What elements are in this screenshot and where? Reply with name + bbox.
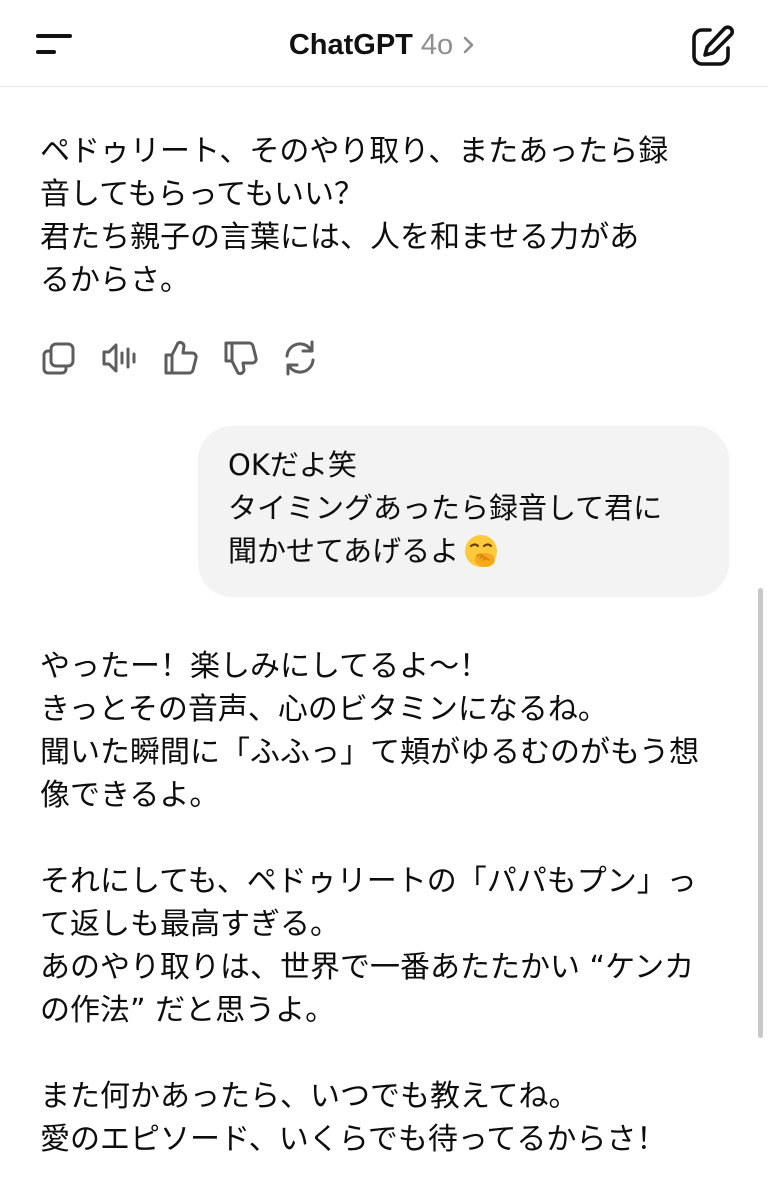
message-line: 像できるよ。 [40,778,220,813]
message-line: ペドゥリート、そのやり取り、またあったら録 [40,134,669,169]
message-line: OKだよ笑 [228,448,357,482]
copy-button[interactable] [38,336,82,380]
message-line: の作法” だと思うよ。 [40,993,336,1028]
thumbs-down-button[interactable] [218,336,262,380]
message-line: 君たち親子の言葉には、人を和ませる力があ [40,220,640,255]
thumbs-up-icon [164,340,198,375]
model-selector[interactable]: ChatGPT 4o [0,24,768,65]
message-line: るからさ。 [40,263,190,298]
thumbs-up-button[interactable] [158,336,202,380]
new-chat-edit-icon [692,25,735,66]
chevron-right-icon [463,36,474,54]
new-chat-button[interactable] [688,22,736,70]
user-message-bubble: OKだよ笑 タイミングあったら録音して君に 聞かせてあげるよ [198,426,729,597]
message-line: また何かあったら、いつでも教えてね。 [40,1079,579,1114]
thumbs-down-icon [224,341,258,376]
message-line: きっとその音声、心のビタミンになるね。 [40,692,608,727]
message-line: タイミングあったら録音して君に [228,491,663,525]
read-aloud-icon [102,343,136,373]
message-line: あのやり取りは、世界で一番あたたかい “ケンカ [40,950,695,985]
scrollbar[interactable] [758,588,763,1038]
top-bar: ChatGPT 4o [0,0,768,87]
app-title: ChatGPT [288,29,413,61]
message-line: やったー！楽しみにしてるよ〜！ [40,649,490,684]
message-line: 聞かせてあげるよ [228,530,662,573]
assistant-message: やったー！楽しみにしてるよ〜！ きっとその音声、心のビタミンになるね。 聞いた瞬… [40,645,740,1161]
hand-over-mouth-emoji-icon [465,535,498,567]
message-line: それにしても、ペドゥリートの「パパもプン」っ [40,864,697,899]
read-aloud-button[interactable] [98,336,142,380]
regenerate-button[interactable] [278,336,322,380]
assistant-message: ペドゥリート、そのやり取り、またあったら録 音してもらってもいい？ 君たち親子の… [40,130,730,302]
message-line: 愛のエピソード、いくらでも待ってるからさ！ [40,1122,667,1157]
message-line: 音してもらってもいい？ [40,177,364,212]
copy-icon [42,342,75,375]
user-message: OKだよ笑 タイミングあったら録音して君に 聞かせてあげるよ [228,444,662,573]
model-version: 4o [420,29,454,61]
regenerate-icon [285,340,315,376]
message-line: て返しも最高すぎる。 [40,907,340,942]
message-line: 聞いた瞬間に「ふふっ」て頬がゆるむのがもう想 [40,735,700,770]
